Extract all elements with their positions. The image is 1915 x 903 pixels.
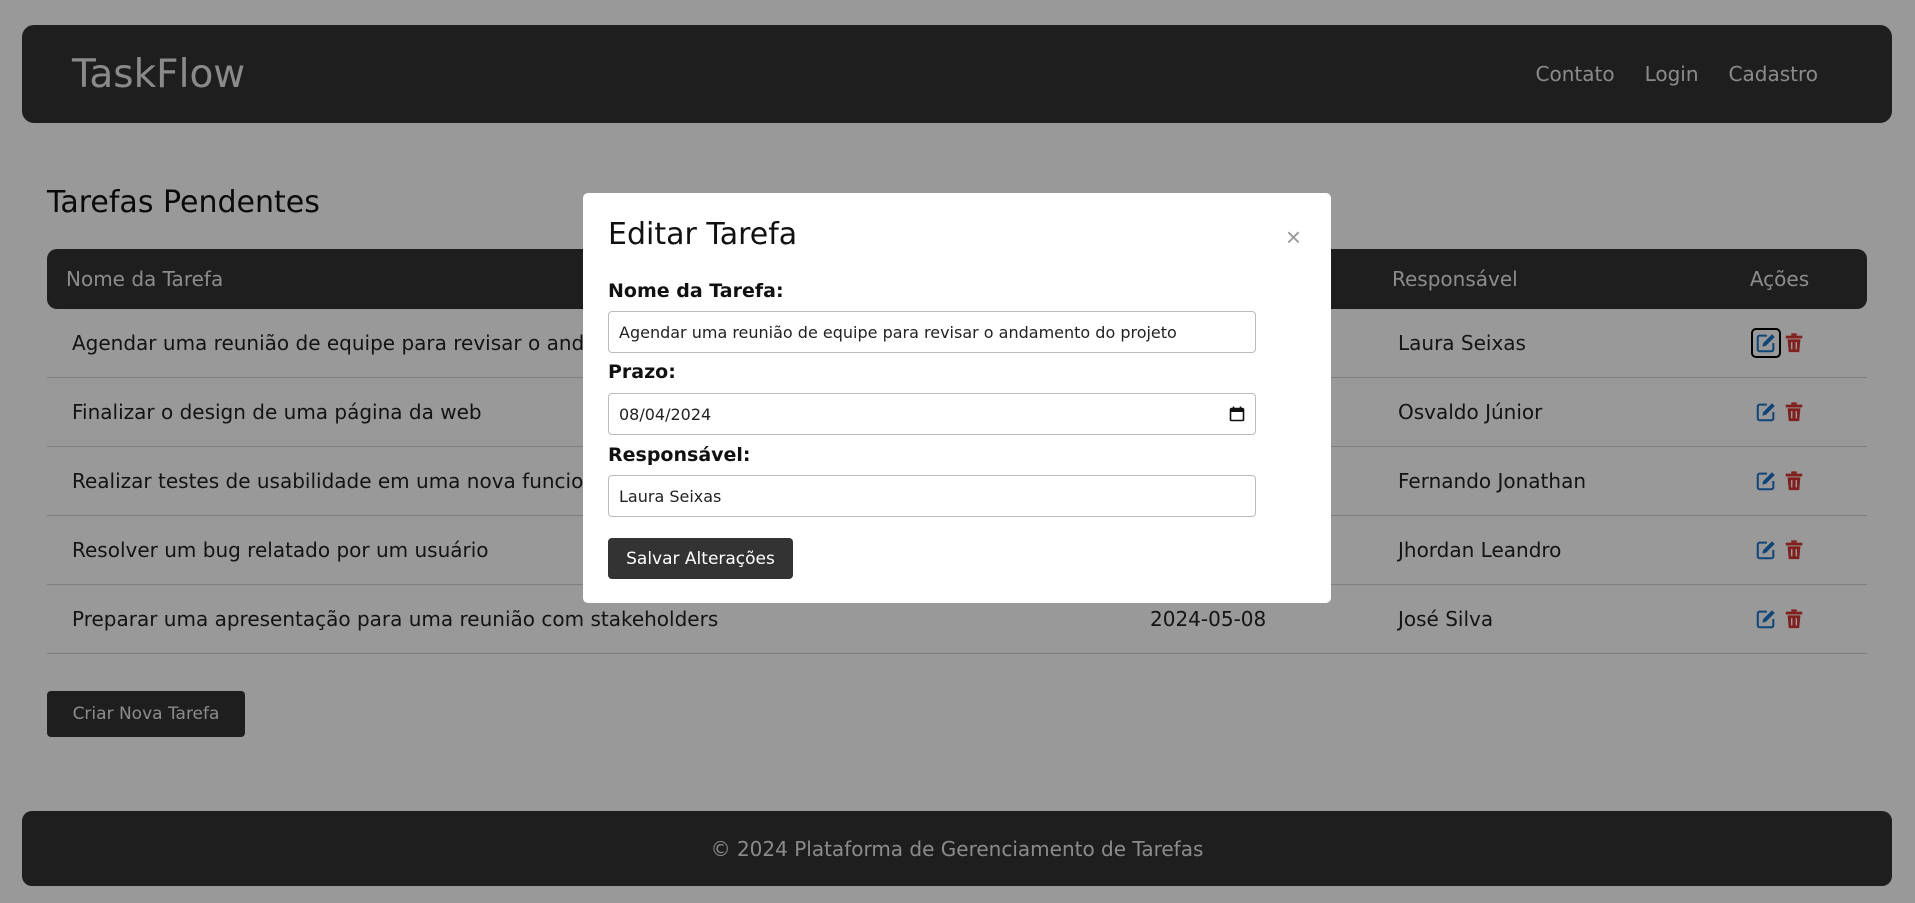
task-name-label: Nome da Tarefa: [608,280,784,302]
responsible-value: Laura Seixas [619,486,722,506]
responsible-input[interactable]: Laura Seixas [608,475,1256,517]
edit-task-modal: Editar Tarefa × Nome da Tarefa: Agendar … [583,193,1331,603]
deadline-label: Prazo: [608,361,676,383]
save-changes-button[interactable]: Salvar Alterações [608,538,793,579]
task-name-input[interactable]: Agendar uma reunião de equipe para revis… [608,311,1256,353]
close-icon[interactable]: × [1280,223,1307,251]
deadline-value: 08/04/2024 [619,404,712,424]
calendar-icon[interactable] [1229,406,1245,422]
task-name-value: Agendar uma reunião de equipe para revis… [619,322,1177,342]
deadline-date-input[interactable]: 08/04/2024 [608,393,1256,435]
responsible-label: Responsável: [608,444,751,466]
modal-title: Editar Tarefa [608,217,798,252]
